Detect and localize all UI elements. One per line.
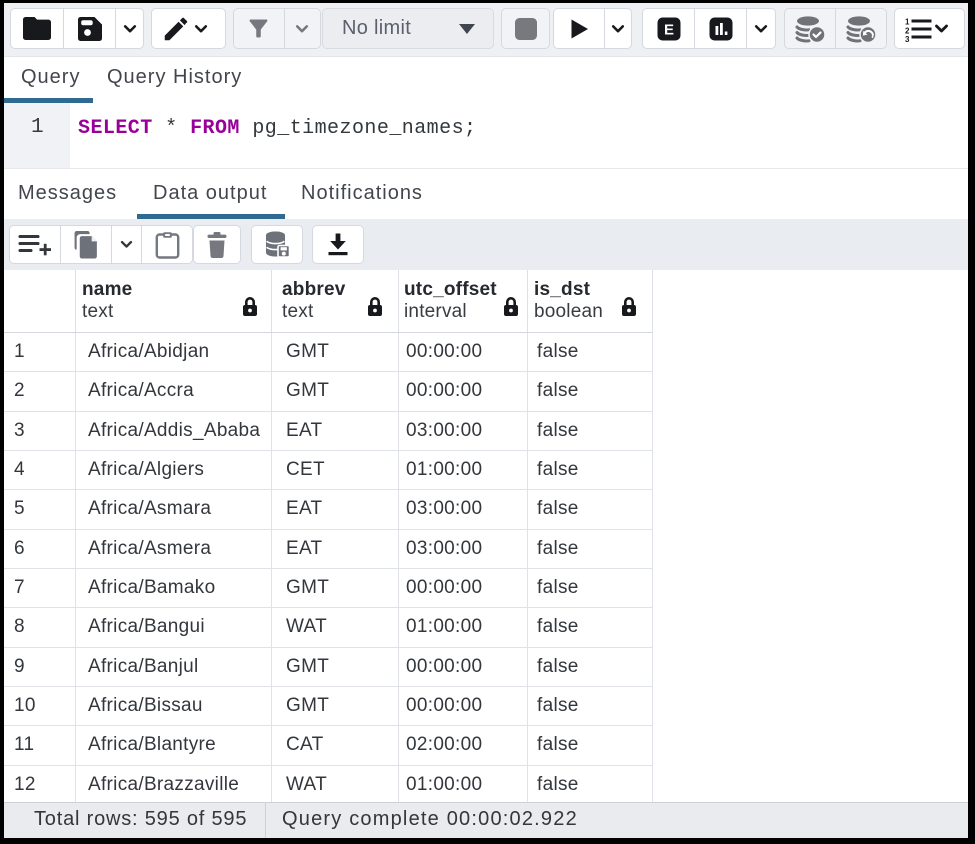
svg-text:E: E xyxy=(663,21,673,38)
svg-text:3: 3 xyxy=(905,35,910,42)
svg-text:1: 1 xyxy=(905,18,910,27)
